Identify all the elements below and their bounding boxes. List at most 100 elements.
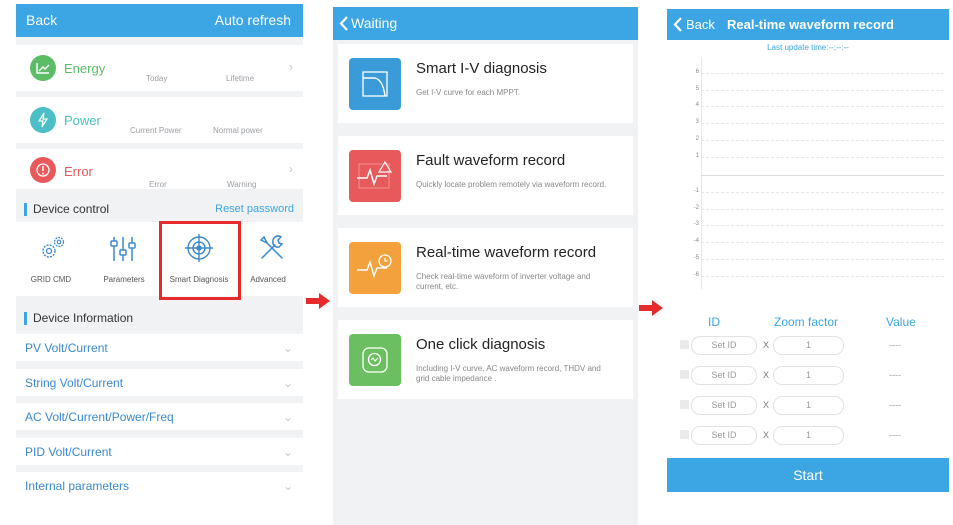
device-information-heading: Device Information [24, 312, 133, 325]
chevron-right-icon: › [289, 60, 293, 74]
info-row-string-volt-current[interactable]: String Volt/Current ⌄ [16, 369, 303, 396]
multiply-label: X [763, 340, 770, 350]
waiting-back-label[interactable]: Waiting [351, 15, 397, 31]
one-click-diagnosis-icon [349, 334, 401, 386]
energy-icon [30, 55, 56, 81]
auto-refresh-button[interactable]: Auto refresh [215, 12, 291, 28]
y-tick-label: -5 [693, 255, 699, 261]
id-column-header: ID [708, 315, 720, 329]
set-id-button[interactable]: Set ID [691, 366, 757, 385]
set-id-button[interactable]: Set ID [691, 426, 757, 445]
reset-password-link[interactable]: Reset password [215, 203, 294, 215]
energy-card[interactable]: Energy Today Lifetime › [16, 45, 303, 91]
error-icon [30, 157, 56, 183]
zoom-factor-input[interactable]: 1 [773, 426, 844, 445]
chart-gridline [701, 242, 944, 243]
chevron-down-icon: ⌄ [282, 376, 293, 390]
channel-checkbox[interactable] [680, 430, 689, 439]
card-description: Get I-V curve for each MPPT. [416, 88, 521, 97]
chart-gridline [701, 259, 944, 260]
fault-waveform-record-card[interactable]: Fault waveform record Quickly locate pro… [338, 136, 633, 215]
y-tick-label: -3 [693, 221, 699, 227]
chevron-down-icon: ⌄ [282, 410, 293, 424]
card-title: Smart I-V diagnosis [416, 60, 547, 77]
error-card[interactable]: Error Error Warning › [16, 149, 303, 189]
y-tick-label: 5 [695, 86, 699, 92]
chevron-down-icon: ⌄ [282, 445, 293, 459]
smart-iv-diagnosis-card[interactable]: Smart I-V diagnosis Get I-V curve for ea… [338, 44, 633, 123]
info-row-pv-volt-current[interactable]: PV Volt/Current ⌄ [16, 334, 303, 361]
waveform-header-bar: Back Real-time waveform record [667, 9, 949, 40]
value-readout: ---- [889, 400, 901, 410]
card-description: Quickly locate problem remotely via wave… [416, 180, 607, 189]
current-power-label: Current Power [130, 126, 182, 135]
advanced-tool[interactable]: Advanced [236, 222, 303, 296]
chevron-down-icon: ⌄ [282, 341, 293, 355]
chart-gridline [701, 276, 944, 277]
info-row-pid-volt-current[interactable]: PID Volt/Current ⌄ [16, 438, 303, 465]
parameters-label: Parameters [103, 275, 145, 284]
error-count-label: Error [149, 180, 167, 189]
card-description: Check real-time waveform of inverter vol… [416, 272, 591, 291]
set-id-button[interactable]: Set ID [691, 396, 757, 415]
chart-gridline [701, 225, 944, 226]
one-click-diagnosis-card[interactable]: One click diagnosis Including I-V curve,… [338, 320, 633, 399]
info-row-label: AC Volt/Current/Power/Freq [25, 410, 174, 424]
chevron-down-icon: ⌄ [282, 479, 293, 493]
iv-curve-icon [349, 58, 401, 110]
card-description: Including I-V curve, AC waveform record,… [416, 364, 601, 383]
channel-checkbox[interactable] [680, 370, 689, 379]
sliders-icon [110, 237, 136, 261]
wrench-screwdriver-icon [259, 235, 284, 259]
zoom-factor-input[interactable]: 1 [773, 336, 844, 355]
value-column-header: Value [886, 315, 916, 329]
info-row-internal-parameters[interactable]: Internal parameters ⌄ [16, 472, 303, 497]
card-title: Real-time waveform record [416, 244, 597, 261]
arrow-right-icon [306, 293, 330, 309]
zoom-factor-input[interactable]: 1 [773, 366, 844, 385]
value-readout: ---- [889, 340, 901, 350]
chart-gridline [701, 140, 944, 141]
channel-row: Set ID X 1 ---- [667, 335, 949, 355]
channel-checkbox[interactable] [680, 400, 689, 409]
y-tick-label: -4 [693, 238, 699, 244]
parameters-tool[interactable]: Parameters [88, 222, 158, 296]
value-readout: ---- [889, 370, 901, 380]
zoom-factor-column-header: Zoom factor [774, 315, 839, 329]
chart-y-axis [701, 57, 702, 289]
chevron-left-icon[interactable] [339, 16, 349, 31]
y-tick-label: 2 [695, 136, 699, 142]
chart-gridline [701, 73, 944, 74]
power-title: Power [64, 113, 101, 128]
back-button[interactable]: Back [26, 12, 57, 28]
chevron-right-icon: › [289, 162, 293, 176]
info-row-ac-volt-current-power-freq[interactable]: AC Volt/Current/Power/Freq ⌄ [16, 403, 303, 430]
value-readout: ---- [889, 430, 901, 440]
waveform-back-label[interactable]: Back [686, 17, 715, 32]
gears-icon [42, 236, 65, 258]
energy-lifetime-label: Lifetime [226, 74, 255, 83]
info-row-label: String Volt/Current [25, 376, 124, 390]
error-title: Error [64, 164, 93, 179]
card-title: One click diagnosis [416, 336, 546, 353]
realtime-waveform-screen: Back Real-time waveform record Last upda… [667, 9, 949, 492]
multiply-label: X [763, 400, 770, 410]
y-tick-label: -1 [693, 188, 699, 194]
channel-checkbox[interactable] [680, 340, 689, 349]
power-icon [30, 107, 56, 133]
chart-zero-line [701, 175, 944, 176]
chart-gridline [701, 123, 944, 124]
last-update-time: Last update time:--:--:-- [767, 43, 849, 52]
zoom-factor-input[interactable]: 1 [773, 396, 844, 415]
chart-gridline [701, 157, 944, 158]
arrow-right-icon [639, 300, 663, 316]
card-title: Fault waveform record [416, 152, 566, 169]
chart-gridline [701, 106, 944, 107]
grid-cmd-tool[interactable]: GRID CMD [16, 222, 86, 296]
chart-gridline [701, 90, 944, 91]
start-button[interactable]: Start [667, 458, 949, 492]
realtime-waveform-record-card[interactable]: Real-time waveform record Check real-tim… [338, 228, 633, 307]
set-id-button[interactable]: Set ID [691, 336, 757, 355]
info-row-label: PV Volt/Current [25, 341, 108, 355]
chevron-left-icon[interactable] [673, 17, 683, 32]
